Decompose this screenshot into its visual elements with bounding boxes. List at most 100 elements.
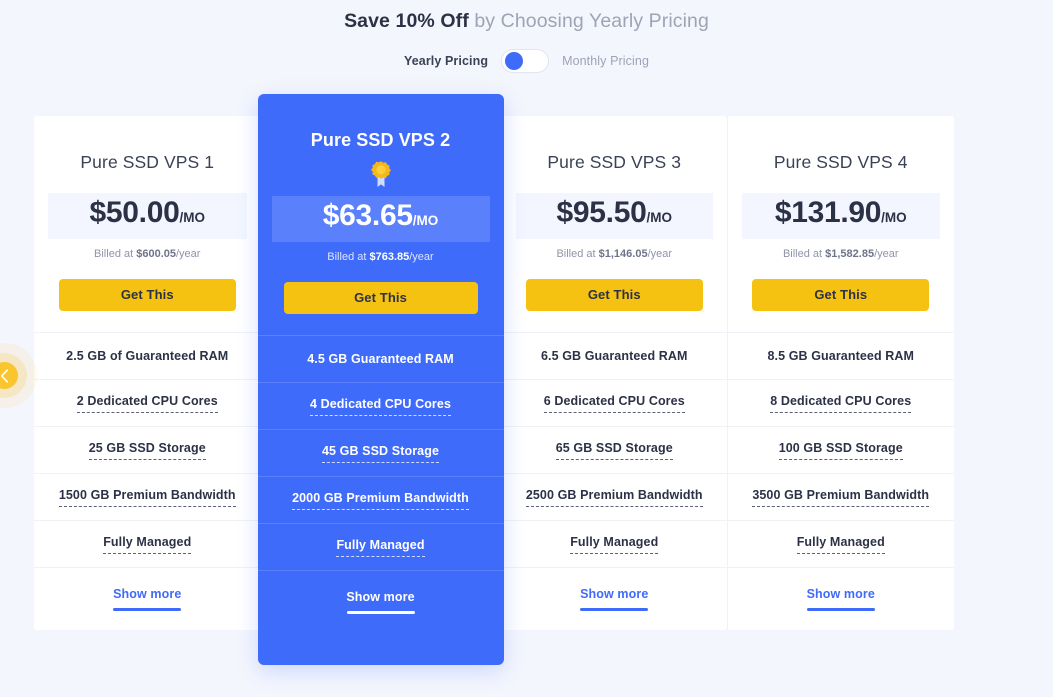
get-this-button[interactable]: Get This [525,279,703,311]
switch-knob [505,52,524,70]
card-head: Pure SSD VPS 1 $50.00/MO Billed at $600.… [34,116,261,332]
feature-row: 8.5 GB Guaranteed RAM [728,332,954,379]
price-band: $131.90/MO [742,193,940,239]
feature-row: Fully Managed [728,520,954,567]
get-this-button[interactable]: Get This [752,279,930,311]
plan-name: Pure SSD VPS 1 [80,152,215,172]
headline-emphasis: Save 10% Off [344,10,469,32]
price-amount: $50.00 [89,196,180,229]
show-more-underline [113,608,182,611]
feature-row: 2.5 GB of Guaranteed RAM [34,332,261,379]
pricing-card: Pure SSD VPS 1 $50.00/MO Billed at $600.… [34,116,261,630]
feature-row: 6 Dedicated CPU Cores [501,379,727,426]
get-this-button[interactable]: Get This [58,279,236,311]
feature-text: 65 GB SSD Storage [555,440,673,460]
pricing-header: Save 10% Off by Choosing Yearly Pricing … [0,0,1053,73]
feature-text: 2 Dedicated CPU Cores [76,393,218,413]
pricing-card: Pure SSD VPS 4 $131.90/MO Billed at $1,5… [727,116,954,630]
feature-row: 4 Dedicated CPU Cores [257,382,504,429]
billed-note: Billed at $600.05/year [48,248,247,260]
feature-text: 100 GB SSD Storage [778,440,903,460]
feature-row: 65 GB SSD Storage [501,426,727,473]
feature-list: 2.5 GB of Guaranteed RAM 2 Dedicated CPU… [34,332,261,630]
billed-note: Billed at $763.85/year [272,251,490,263]
headline-rest: by Choosing Yearly Pricing [468,10,709,32]
feature-list: 8.5 GB Guaranteed RAM 8 Dedicated CPU Co… [727,332,954,630]
feature-row: 6.5 GB Guaranteed RAM [501,332,727,379]
feature-row: 25 GB SSD Storage [34,426,261,473]
price-period: /MO [412,213,439,228]
show-more-link[interactable]: Show more [113,587,181,601]
feature-text: 6.5 GB Guaranteed RAM [540,349,688,363]
feature-text: 4 Dedicated CPU Cores [309,396,452,416]
show-more-link[interactable]: Show more [807,587,875,601]
card-head: Pure SSD VPS 4 $131.90/MO Billed at $1,5… [727,116,954,332]
feature-row: Fully Managed [34,520,261,567]
card-head: Pure SSD VPS 3 $95.50/MO Billed at $1,14… [500,116,728,332]
card-head: Pure SSD VPS 2 $63.65/MO Billed at $763.… [258,94,504,335]
billed-suffix: /year [647,248,673,260]
feature-text: 45 GB SSD Storage [321,443,439,463]
monthly-pricing-label[interactable]: Monthly Pricing [562,54,649,68]
feature-row: Fully Managed [257,523,504,570]
feature-text: 8 Dedicated CPU Cores [770,393,912,413]
feature-text: 6 Dedicated CPU Cores [543,393,685,413]
previous-plans-button[interactable] [0,362,18,389]
billed-amount: $1,582.85 [825,248,875,260]
billed-amount: $600.05 [136,248,176,260]
billing-period-switch[interactable] [501,49,550,73]
show-more-row: Show more [501,567,727,630]
pricing-cards: Pure SSD VPS 1 $50.00/MO Billed at $600.… [34,94,1019,674]
plan-price: $63.65/MO [323,199,438,232]
show-more-underline [806,608,875,611]
billed-suffix: /year [874,248,899,260]
feature-row: 100 GB SSD Storage [728,426,954,473]
feature-text: Fully Managed [796,534,885,554]
price-band: $95.50/MO [515,193,713,239]
price-amount: $63.65 [322,199,413,232]
billed-prefix: Billed at [782,248,826,260]
show-more-underline [580,608,649,611]
show-more-row: Show more [34,567,261,630]
feature-row: 1500 GB Premium Bandwidth [34,473,261,520]
billed-prefix: Billed at [556,248,599,260]
price-period: /MO [881,210,907,225]
plan-name: Pure SSD VPS 2 [310,130,451,150]
yearly-pricing-label[interactable]: Yearly Pricing [404,54,488,68]
show-more-link[interactable]: Show more [580,587,648,601]
price-amount: $131.90 [774,196,882,229]
feature-text: Fully Managed [336,537,425,557]
feature-text: 25 GB SSD Storage [88,440,206,460]
feature-text: 8.5 GB Guaranteed RAM [767,349,915,363]
billed-prefix: Billed at [94,248,137,260]
feature-row: 8 Dedicated CPU Cores [728,379,954,426]
price-amount: $95.50 [556,196,647,229]
show-more-underline [346,611,415,614]
card-tail [258,633,504,665]
plan-price: $131.90/MO [775,196,907,229]
feature-text: Fully Managed [103,534,192,554]
get-this-button[interactable]: Get This [283,282,478,314]
feature-text: 1500 GB Premium Bandwidth [58,487,236,507]
chevron-left-icon [1,368,8,383]
feature-text: 3500 GB Premium Bandwidth [752,487,930,507]
billed-prefix: Billed at [327,251,370,263]
price-band: $50.00/MO [48,193,247,239]
price-period: /MO [646,210,672,225]
feature-text: 2500 GB Premium Bandwidth [525,487,703,507]
feature-text: Fully Managed [570,534,659,554]
plan-price: $50.00/MO [90,196,205,229]
pricing-grid-wrapper: Pure SSD VPS 1 $50.00/MO Billed at $600.… [0,94,1053,674]
feature-list: 4.5 GB Guaranteed RAM 4 Dedicated CPU Co… [257,335,504,665]
feature-row: 3500 GB Premium Bandwidth [728,473,954,520]
feature-text: 2000 GB Premium Bandwidth [292,490,469,510]
billed-amount: $1,146.05 [598,248,648,260]
show-more-link[interactable]: Show more [346,590,414,604]
price-period: /MO [179,210,205,225]
billed-suffix: /year [409,251,434,263]
show-more-row: Show more [728,567,954,630]
feature-row: 2000 GB Premium Bandwidth [257,476,504,523]
plan-name: Pure SSD VPS 3 [547,152,682,172]
billed-suffix: /year [176,248,201,260]
pricing-card: Pure SSD VPS 3 $95.50/MO Billed at $1,14… [500,116,728,630]
